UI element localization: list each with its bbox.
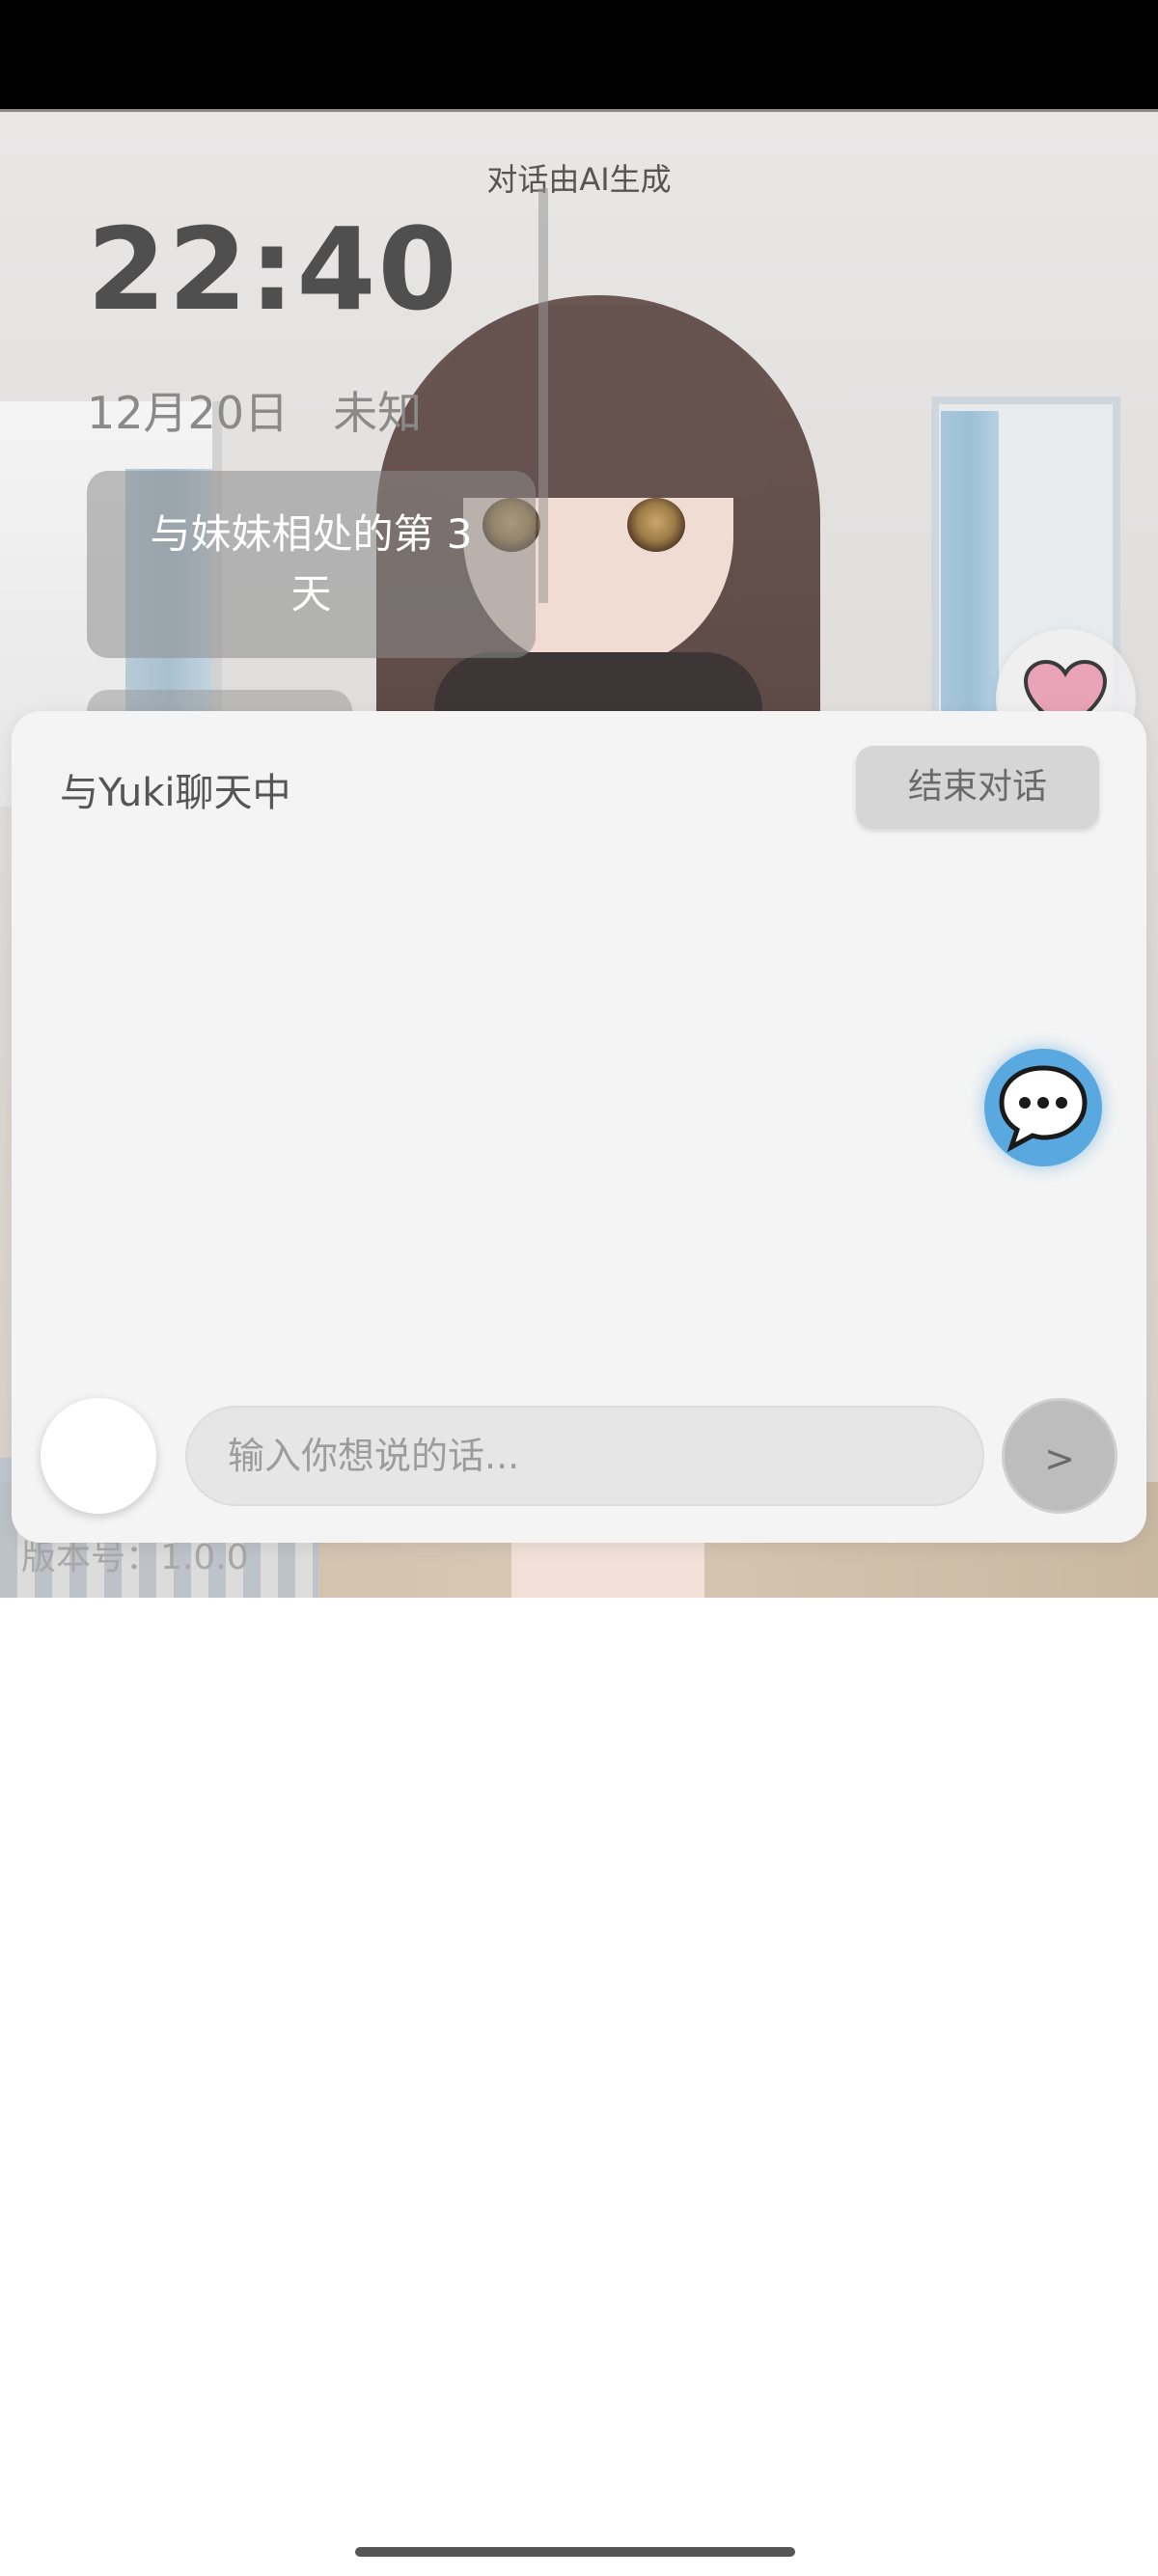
ai-generated-notice: 对话由AI生成 <box>486 161 672 198</box>
status-bar <box>0 0 1158 112</box>
send-button[interactable]: > <box>1002 1398 1117 1514</box>
home-indicator[interactable] <box>355 2547 795 2557</box>
chat-panel: 与Yuki聊天中 结束对话 > <box>12 711 1146 1543</box>
clock-time: 22:40 <box>87 203 459 336</box>
user-avatar[interactable] <box>41 1398 156 1514</box>
day-counter-card: 与妹妹相处的第 3 天 <box>87 471 536 658</box>
message-input[interactable] <box>185 1406 984 1506</box>
character-bangs <box>415 305 782 498</box>
day-counter-label: 与妹妹相处的第 3 天 <box>150 510 473 617</box>
chat-bubble-icon <box>999 1065 1088 1153</box>
end-conversation-button[interactable]: 结束对话 <box>856 746 1099 829</box>
chat-toggle-button[interactable] <box>984 1049 1102 1166</box>
vertical-divider <box>538 188 548 603</box>
clock-date: 12月20日 未知 <box>87 387 423 439</box>
character-eye-right <box>627 498 685 552</box>
chat-title: 与Yuki聊天中 <box>60 771 291 815</box>
